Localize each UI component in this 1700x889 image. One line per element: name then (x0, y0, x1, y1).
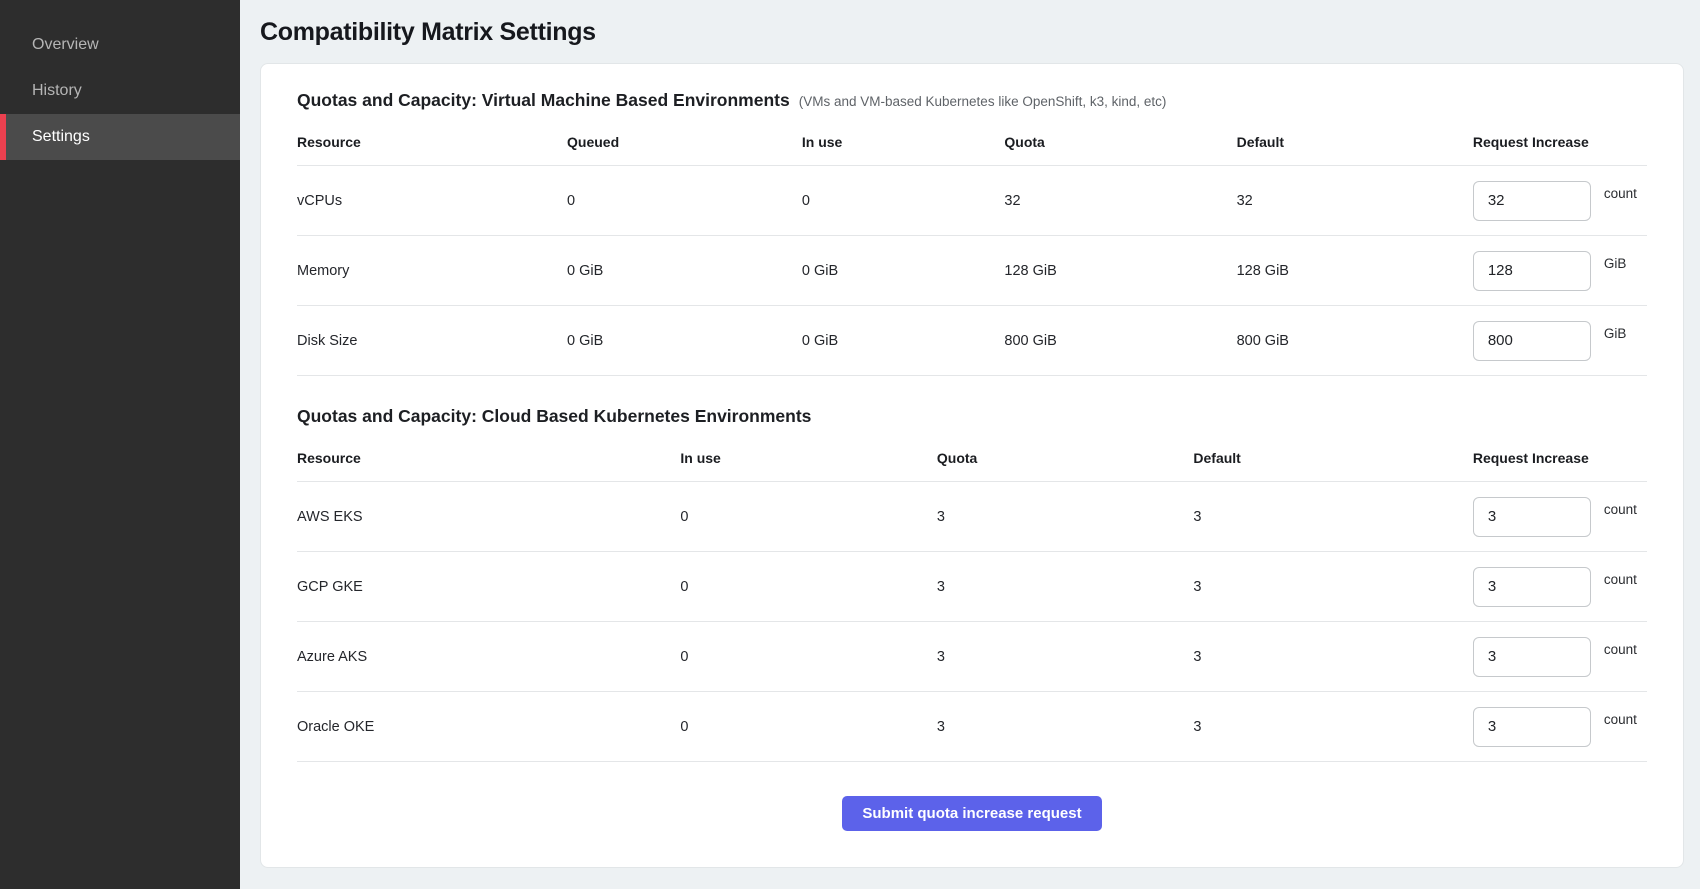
column-header-in-use: In use (680, 435, 937, 482)
table-header-row: Resource In use Quota Default Request In… (297, 435, 1647, 482)
column-header-request-increase: Request Increase (1473, 435, 1647, 482)
quota-cell: 800 GiB (1004, 306, 1236, 376)
submit-row: Submit quota increase request (297, 762, 1647, 831)
cloud-section-title: Quotas and Capacity: Cloud Based Kuberne… (297, 406, 811, 427)
request-increase-cell: count (1473, 166, 1647, 236)
sidebar-item-label: History (32, 82, 82, 100)
resource-cell: Disk Size (297, 306, 567, 376)
table-row: Disk Size 0 GiB 0 GiB 800 GiB 800 GiB Gi… (297, 306, 1647, 376)
column-header-default: Default (1237, 119, 1473, 166)
table-row: Oracle OKE 0 3 3 count (297, 692, 1647, 762)
sidebar-item-history[interactable]: History (0, 68, 240, 114)
resource-cell: Memory (297, 236, 567, 306)
resource-cell: vCPUs (297, 166, 567, 236)
request-increase-input[interactable] (1473, 321, 1591, 361)
sidebar-item-label: Overview (32, 36, 99, 54)
queued-cell: 0 GiB (567, 236, 802, 306)
table-row: AWS EKS 0 3 3 count (297, 482, 1647, 552)
unit-label: count (1604, 186, 1637, 201)
request-increase-input[interactable] (1473, 181, 1591, 221)
quota-cell: 32 (1004, 166, 1236, 236)
cloud-quota-table: Resource In use Quota Default Request In… (297, 435, 1647, 762)
main-content: Compatibility Matrix Settings Quotas and… (240, 0, 1700, 868)
unit-label: count (1604, 572, 1637, 587)
request-increase-cell: count (1473, 552, 1647, 622)
queued-cell: 0 (567, 166, 802, 236)
in-use-cell: 0 (680, 482, 937, 552)
request-increase-cell: count (1473, 692, 1647, 762)
page-title: Compatibility Matrix Settings (260, 18, 1684, 47)
column-header-in-use: In use (802, 119, 1005, 166)
submit-quota-increase-button[interactable]: Submit quota increase request (842, 796, 1101, 831)
default-cell: 32 (1237, 166, 1473, 236)
resource-cell: Oracle OKE (297, 692, 680, 762)
cloud-section-header: Quotas and Capacity: Cloud Based Kuberne… (297, 406, 1647, 427)
unit-label: count (1604, 502, 1637, 517)
in-use-cell: 0 (802, 166, 1005, 236)
table-row: GCP GKE 0 3 3 count (297, 552, 1647, 622)
unit-label: count (1604, 712, 1637, 727)
sidebar: Overview History Settings (0, 0, 240, 889)
unit-label: GiB (1604, 326, 1627, 341)
default-cell: 3 (1193, 552, 1472, 622)
request-increase-cell: GiB (1473, 306, 1647, 376)
quota-cell: 3 (937, 482, 1194, 552)
column-header-quota: Quota (937, 435, 1194, 482)
request-increase-input[interactable] (1473, 567, 1591, 607)
vm-quota-table: Resource Queued In use Quota Default Req… (297, 119, 1647, 376)
settings-card: Quotas and Capacity: Virtual Machine Bas… (260, 63, 1684, 868)
in-use-cell: 0 (680, 622, 937, 692)
resource-cell: Azure AKS (297, 622, 680, 692)
vm-section-title: Quotas and Capacity: Virtual Machine Bas… (297, 90, 790, 111)
sidebar-item-overview[interactable]: Overview (0, 22, 240, 68)
resource-cell: AWS EKS (297, 482, 680, 552)
request-increase-cell: count (1473, 622, 1647, 692)
vm-section-header: Quotas and Capacity: Virtual Machine Bas… (297, 90, 1647, 111)
column-header-queued: Queued (567, 119, 802, 166)
request-increase-input[interactable] (1473, 251, 1591, 291)
default-cell: 128 GiB (1237, 236, 1473, 306)
sidebar-item-label: Settings (32, 128, 90, 146)
default-cell: 800 GiB (1237, 306, 1473, 376)
request-increase-cell: GiB (1473, 236, 1647, 306)
default-cell: 3 (1193, 622, 1472, 692)
request-increase-input[interactable] (1473, 707, 1591, 747)
vm-section-subtitle: (VMs and VM-based Kubernetes like OpenSh… (799, 94, 1167, 109)
unit-label: GiB (1604, 256, 1627, 271)
table-header-row: Resource Queued In use Quota Default Req… (297, 119, 1647, 166)
column-header-quota: Quota (1004, 119, 1236, 166)
unit-label: count (1604, 642, 1637, 657)
quota-cell: 3 (937, 622, 1194, 692)
quota-cell: 128 GiB (1004, 236, 1236, 306)
quota-cell: 3 (937, 692, 1194, 762)
queued-cell: 0 GiB (567, 306, 802, 376)
table-row: vCPUs 0 0 32 32 count (297, 166, 1647, 236)
request-increase-input[interactable] (1473, 497, 1591, 537)
default-cell: 3 (1193, 692, 1472, 762)
sidebar-item-settings[interactable]: Settings (0, 114, 240, 160)
column-header-resource: Resource (297, 435, 680, 482)
quota-cell: 3 (937, 552, 1194, 622)
table-row: Memory 0 GiB 0 GiB 128 GiB 128 GiB GiB (297, 236, 1647, 306)
resource-cell: GCP GKE (297, 552, 680, 622)
table-row: Azure AKS 0 3 3 count (297, 622, 1647, 692)
column-header-request-increase: Request Increase (1473, 119, 1647, 166)
in-use-cell: 0 GiB (802, 306, 1005, 376)
column-header-resource: Resource (297, 119, 567, 166)
in-use-cell: 0 GiB (802, 236, 1005, 306)
request-increase-input[interactable] (1473, 637, 1591, 677)
request-increase-cell: count (1473, 482, 1647, 552)
default-cell: 3 (1193, 482, 1472, 552)
in-use-cell: 0 (680, 552, 937, 622)
column-header-default: Default (1193, 435, 1472, 482)
in-use-cell: 0 (680, 692, 937, 762)
